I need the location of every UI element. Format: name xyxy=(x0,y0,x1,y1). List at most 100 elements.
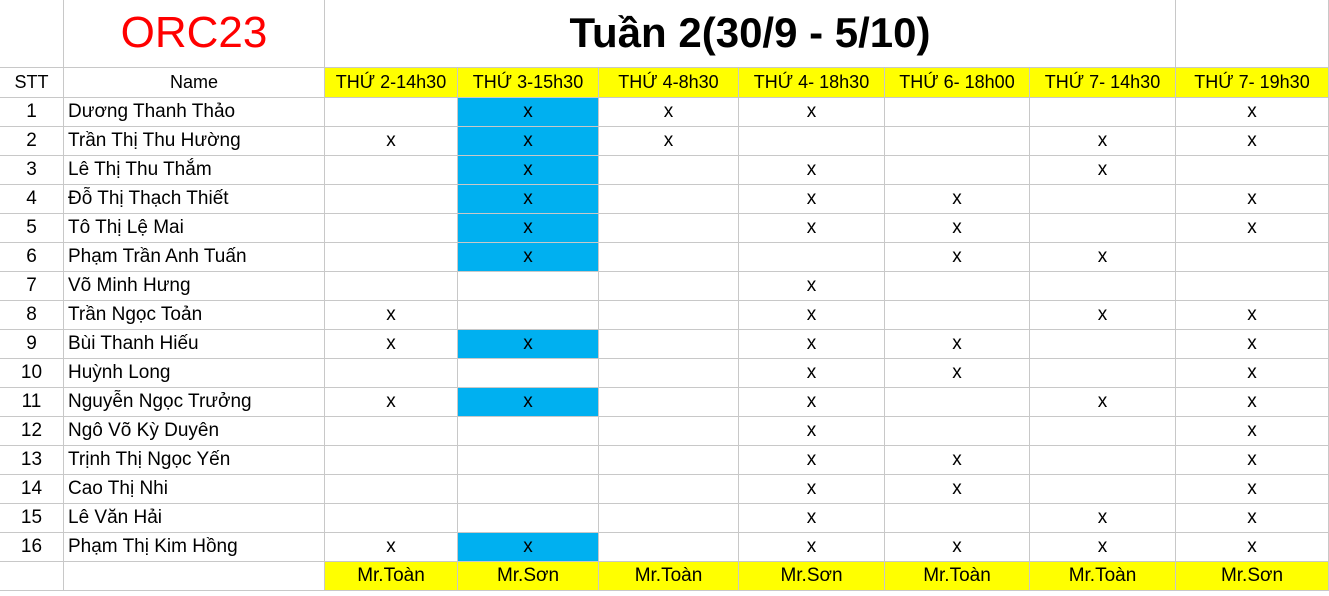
attendance-cell[interactable]: x xyxy=(739,504,885,533)
attendance-cell[interactable]: x xyxy=(1176,98,1329,127)
attendance-cell[interactable]: x xyxy=(885,214,1030,243)
row-name[interactable]: Võ Minh Hưng xyxy=(64,272,325,301)
row-name[interactable]: Phạm Trần Anh Tuấn xyxy=(64,243,325,272)
attendance-cell[interactable]: x xyxy=(739,388,885,417)
attendance-cell[interactable] xyxy=(739,127,885,156)
attendance-cell[interactable] xyxy=(1176,156,1329,185)
attendance-cell[interactable] xyxy=(1030,214,1176,243)
row-name[interactable]: Nguyễn Ngọc Trưởng xyxy=(64,388,325,417)
attendance-cell[interactable]: x xyxy=(458,533,599,562)
attendance-cell[interactable] xyxy=(599,533,739,562)
header-slot[interactable]: THỨ 7- 14h30 xyxy=(1030,68,1176,98)
attendance-cell[interactable]: x xyxy=(885,533,1030,562)
row-name[interactable]: Dương Thanh Thảo xyxy=(64,98,325,127)
row-stt[interactable]: 14 xyxy=(0,475,64,504)
teacher-cell[interactable]: Mr.Sơn xyxy=(1176,562,1329,591)
attendance-cell[interactable]: x xyxy=(1176,446,1329,475)
attendance-cell[interactable] xyxy=(1030,185,1176,214)
attendance-cell[interactable]: x xyxy=(739,359,885,388)
row-name[interactable]: Ngô Võ Kỳ Duyên xyxy=(64,417,325,446)
attendance-cell[interactable]: x xyxy=(599,98,739,127)
attendance-cell[interactable] xyxy=(1176,243,1329,272)
header-slot[interactable]: THỨ 4- 18h30 xyxy=(739,68,885,98)
attendance-cell[interactable]: x xyxy=(739,417,885,446)
attendance-cell[interactable] xyxy=(1030,475,1176,504)
attendance-cell[interactable]: x xyxy=(458,214,599,243)
attendance-cell[interactable]: x xyxy=(885,359,1030,388)
attendance-cell[interactable]: x xyxy=(739,98,885,127)
header-slot[interactable]: THỨ 4-8h30 xyxy=(599,68,739,98)
attendance-cell[interactable]: x xyxy=(458,330,599,359)
teacher-name-cell[interactable] xyxy=(64,562,325,591)
attendance-cell[interactable] xyxy=(325,214,458,243)
attendance-cell[interactable] xyxy=(1176,272,1329,301)
attendance-cell[interactable] xyxy=(599,214,739,243)
week-title[interactable]: Tuần 2(30/9 - 5/10) xyxy=(325,0,1176,68)
attendance-cell[interactable] xyxy=(885,98,1030,127)
row-name[interactable]: Trần Ngọc Toản xyxy=(64,301,325,330)
attendance-cell[interactable] xyxy=(325,475,458,504)
row-stt[interactable]: 12 xyxy=(0,417,64,446)
attendance-cell[interactable]: x xyxy=(1176,417,1329,446)
header-slot[interactable]: THỨ 6- 18h00 xyxy=(885,68,1030,98)
row-stt[interactable]: 15 xyxy=(0,504,64,533)
attendance-cell[interactable]: x xyxy=(739,446,885,475)
attendance-cell[interactable]: x xyxy=(458,185,599,214)
attendance-cell[interactable]: x xyxy=(739,156,885,185)
attendance-cell[interactable]: x xyxy=(1176,475,1329,504)
attendance-cell[interactable]: x xyxy=(325,301,458,330)
row-stt[interactable]: 13 xyxy=(0,446,64,475)
teacher-cell[interactable]: Mr.Toàn xyxy=(1030,562,1176,591)
teacher-cell[interactable]: Mr.Sơn xyxy=(739,562,885,591)
attendance-cell[interactable] xyxy=(885,417,1030,446)
attendance-cell[interactable] xyxy=(1030,417,1176,446)
attendance-cell[interactable]: x xyxy=(1030,388,1176,417)
attendance-cell[interactable]: x xyxy=(325,330,458,359)
attendance-cell[interactable] xyxy=(325,156,458,185)
row-stt[interactable]: 9 xyxy=(0,330,64,359)
attendance-cell[interactable] xyxy=(885,272,1030,301)
header-slot[interactable]: THỨ 7- 19h30 xyxy=(1176,68,1329,98)
attendance-cell[interactable] xyxy=(325,243,458,272)
attendance-cell[interactable]: x xyxy=(1176,533,1329,562)
attendance-cell[interactable] xyxy=(1030,272,1176,301)
row-stt[interactable]: 1 xyxy=(0,98,64,127)
row-stt[interactable]: 4 xyxy=(0,185,64,214)
row-stt[interactable]: 7 xyxy=(0,272,64,301)
attendance-cell[interactable]: x xyxy=(1176,127,1329,156)
attendance-cell[interactable] xyxy=(325,359,458,388)
attendance-cell[interactable]: x xyxy=(739,214,885,243)
attendance-cell[interactable] xyxy=(885,504,1030,533)
row-stt[interactable]: 11 xyxy=(0,388,64,417)
attendance-cell[interactable] xyxy=(458,272,599,301)
attendance-cell[interactable]: x xyxy=(1176,388,1329,417)
attendance-cell[interactable] xyxy=(1030,330,1176,359)
attendance-cell[interactable]: x xyxy=(1176,504,1329,533)
attendance-cell[interactable] xyxy=(599,475,739,504)
attendance-cell[interactable] xyxy=(739,243,885,272)
attendance-cell[interactable]: x xyxy=(739,475,885,504)
attendance-cell[interactable] xyxy=(599,446,739,475)
row-name[interactable]: Trần Thị Thu Hường xyxy=(64,127,325,156)
row-name[interactable]: Cao Thị Nhi xyxy=(64,475,325,504)
row-name[interactable]: Trịnh Thị Ngọc Yến xyxy=(64,446,325,475)
attendance-cell[interactable] xyxy=(325,446,458,475)
attendance-cell[interactable] xyxy=(599,330,739,359)
attendance-cell[interactable] xyxy=(885,301,1030,330)
teacher-stt-cell[interactable] xyxy=(0,562,64,591)
attendance-cell[interactable]: x xyxy=(458,156,599,185)
attendance-cell[interactable] xyxy=(599,156,739,185)
attendance-cell[interactable] xyxy=(1030,446,1176,475)
attendance-cell[interactable] xyxy=(599,388,739,417)
row-name[interactable]: Bùi Thanh Hiếu xyxy=(64,330,325,359)
row-stt[interactable]: 3 xyxy=(0,156,64,185)
row-name[interactable]: Lê Thị Thu Thắm xyxy=(64,156,325,185)
attendance-cell[interactable]: x xyxy=(885,330,1030,359)
row-name[interactable]: Tô Thị Lệ Mai xyxy=(64,214,325,243)
attendance-cell[interactable] xyxy=(599,272,739,301)
attendance-cell[interactable]: x xyxy=(1030,127,1176,156)
attendance-cell[interactable] xyxy=(885,156,1030,185)
attendance-cell[interactable]: x xyxy=(885,243,1030,272)
attendance-cell[interactable]: x xyxy=(739,301,885,330)
row-name[interactable]: Phạm Thị Kim Hồng xyxy=(64,533,325,562)
